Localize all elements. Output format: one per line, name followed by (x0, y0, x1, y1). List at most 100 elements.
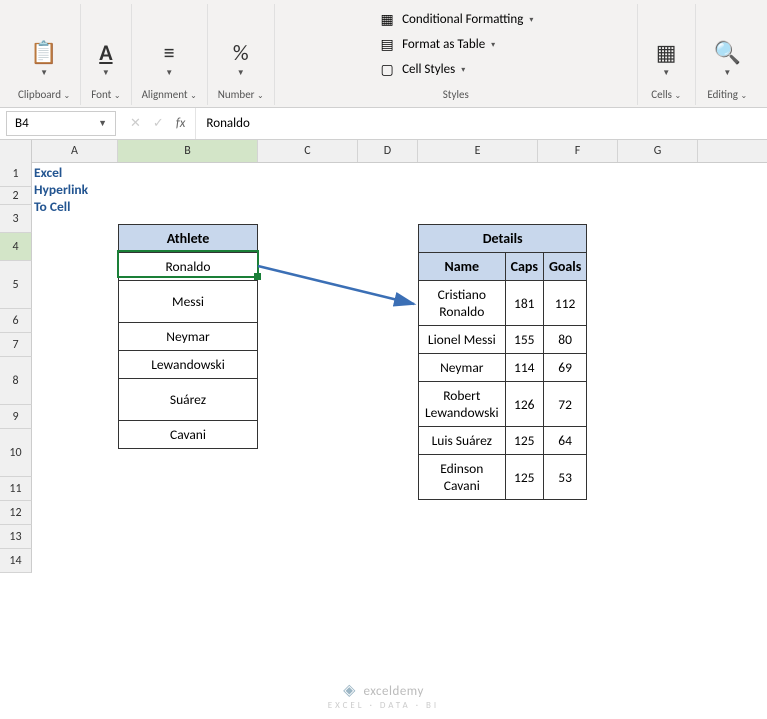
watermark-logo-icon: ◈ (343, 681, 356, 700)
details-col-goals[interactable]: Goals (543, 253, 586, 281)
chevron-down-icon: ▼ (40, 68, 48, 78)
group-clipboard: 📋 ▼ Clipboard ⌄ (8, 4, 81, 105)
details-goals[interactable]: 72 (543, 382, 586, 427)
cells-button[interactable]: ▦ ▼ (648, 35, 685, 82)
row-header-12[interactable]: 12 (0, 501, 32, 525)
details-name[interactable]: Robert Lewandowski (419, 382, 506, 427)
details-caps[interactable]: 125 (505, 427, 543, 455)
row-header-10[interactable]: 10 (0, 429, 32, 477)
athlete-cell[interactable]: Cavani (119, 421, 258, 449)
details-goals[interactable]: 69 (543, 354, 586, 382)
athlete-cell[interactable]: Messi (119, 281, 258, 323)
cancel-icon[interactable]: ✕ (130, 116, 141, 131)
details-name[interactable]: Cristiano Ronaldo (419, 281, 506, 326)
font-button[interactable]: A ▼ (91, 35, 120, 82)
clipboard-label: Clipboard ⌄ (18, 88, 70, 101)
conditional-formatting-icon: ▦ (378, 11, 396, 28)
row-header-14[interactable]: 14 (0, 549, 32, 573)
enter-icon[interactable]: ✓ (153, 116, 164, 131)
group-styles: ▦ Conditional Formatting ▾ ▤ Format as T… (275, 4, 638, 105)
athlete-cell[interactable]: Ronaldo (119, 253, 258, 281)
group-editing: 🔍 ▼ Editing ⌄ (696, 4, 759, 105)
chevron-down-icon: ▼ (723, 68, 731, 78)
search-icon: 🔍 (714, 39, 741, 66)
group-alignment: ≡ ▼ Alignment ⌄ (132, 4, 208, 105)
details-caps[interactable]: 125 (505, 455, 543, 500)
row-header-1[interactable]: 1 (0, 162, 32, 187)
details-caps[interactable]: 181 (505, 281, 543, 326)
hyperlink-arrow (254, 254, 434, 324)
chevron-down-icon: ▾ (461, 65, 465, 75)
details-table: Details Name Caps Goals Cristiano Ronald… (418, 224, 587, 500)
alignment-button[interactable]: ≡ ▼ (156, 35, 183, 82)
number-label: Number ⌄ (218, 88, 264, 101)
conditional-formatting-button[interactable]: ▦ Conditional Formatting ▾ (370, 9, 541, 30)
row-header-11[interactable]: 11 (0, 477, 32, 501)
row-header-6[interactable]: 6 (0, 309, 32, 333)
details-col-caps[interactable]: Caps (505, 253, 543, 281)
number-button[interactable]: % ▼ (225, 35, 257, 82)
details-goals[interactable]: 112 (543, 281, 586, 326)
clipboard-icon: 📋 (30, 39, 57, 66)
percent-icon: % (233, 39, 249, 66)
row-header-7[interactable]: 7 (0, 333, 32, 357)
font-icon: A (99, 39, 112, 66)
cell-styles-button[interactable]: ▢ Cell Styles ▾ (370, 59, 541, 80)
row-header-8[interactable]: 8 (0, 357, 32, 405)
fx-icon[interactable]: fx (176, 116, 186, 131)
alignment-label: Alignment ⌄ (142, 88, 197, 101)
details-caps[interactable]: 126 (505, 382, 543, 427)
chevron-down-icon: ▼ (102, 68, 110, 78)
details-caps[interactable]: 114 (505, 354, 543, 382)
col-header-B[interactable]: B (118, 140, 258, 162)
col-header-D[interactable]: D (358, 140, 418, 162)
details-col-name[interactable]: Name (419, 253, 506, 281)
cell-styles-icon: ▢ (378, 61, 396, 78)
details-goals[interactable]: 64 (543, 427, 586, 455)
watermark: ◈ exceldemy EXCEL · DATA · BI (0, 680, 767, 711)
editing-button[interactable]: 🔍 ▼ (706, 35, 749, 82)
format-as-table-icon: ▤ (378, 36, 396, 53)
details-name[interactable]: Luis Suárez (419, 427, 506, 455)
formula-bar: B4 ▼ ✕ ✓ fx Ronaldo (0, 108, 767, 140)
details-name[interactable]: Neymar (419, 354, 506, 382)
details-goals[interactable]: 80 (543, 326, 586, 354)
row-header-4[interactable]: 4 (0, 233, 32, 261)
details-goals[interactable]: 53 (543, 455, 586, 500)
athlete-cell[interactable]: Neymar (119, 323, 258, 351)
clipboard-button[interactable]: 📋 ▼ (22, 35, 65, 82)
athlete-header[interactable]: Athlete (119, 225, 258, 253)
select-all-corner[interactable] (0, 140, 32, 162)
row-header-9[interactable]: 9 (0, 405, 32, 429)
row-header-13[interactable]: 13 (0, 525, 32, 549)
athlete-cell[interactable]: Suárez (119, 379, 258, 421)
col-header-G[interactable]: G (618, 140, 698, 162)
col-header-C[interactable]: C (258, 140, 358, 162)
ribbon: 📋 ▼ Clipboard ⌄ A ▼ Font ⌄ ≡ ▼ Alignment… (0, 0, 767, 108)
column-headers: A B C D E F G (0, 140, 767, 163)
chevron-down-icon: ▾ (529, 15, 533, 25)
row-header-2[interactable]: 2 (0, 187, 32, 205)
row-header-5[interactable]: 5 (0, 261, 32, 309)
styles-label: Styles (443, 88, 469, 101)
format-as-table-button[interactable]: ▤ Format as Table ▾ (370, 34, 541, 55)
details-name[interactable]: Lionel Messi (419, 326, 506, 354)
row-header-3[interactable]: 3 (0, 205, 32, 233)
details-name[interactable]: Edinson Cavani (419, 455, 506, 500)
name-box[interactable]: B4 ▼ (6, 111, 116, 136)
editing-label: Editing ⌄ (707, 88, 747, 101)
col-header-F[interactable]: F (538, 140, 618, 162)
group-font: A ▼ Font ⌄ (81, 4, 131, 105)
col-header-E[interactable]: E (418, 140, 538, 162)
group-cells: ▦ ▼ Cells ⌄ (638, 4, 696, 105)
group-number: % ▼ Number ⌄ (208, 4, 275, 105)
col-header-A[interactable]: A (32, 140, 118, 162)
details-header[interactable]: Details (419, 225, 587, 253)
details-caps[interactable]: 155 (505, 326, 543, 354)
formula-input[interactable]: Ronaldo (195, 108, 767, 139)
worksheet: A B C D E F G 1 2 3 4 5 6 7 8 9 10 11 12… (0, 140, 767, 163)
chevron-down-icon: ▼ (165, 68, 173, 78)
formula-bar-icons: ✕ ✓ fx (120, 116, 195, 131)
font-label: Font ⌄ (91, 88, 120, 101)
athlete-cell[interactable]: Lewandowski (119, 351, 258, 379)
